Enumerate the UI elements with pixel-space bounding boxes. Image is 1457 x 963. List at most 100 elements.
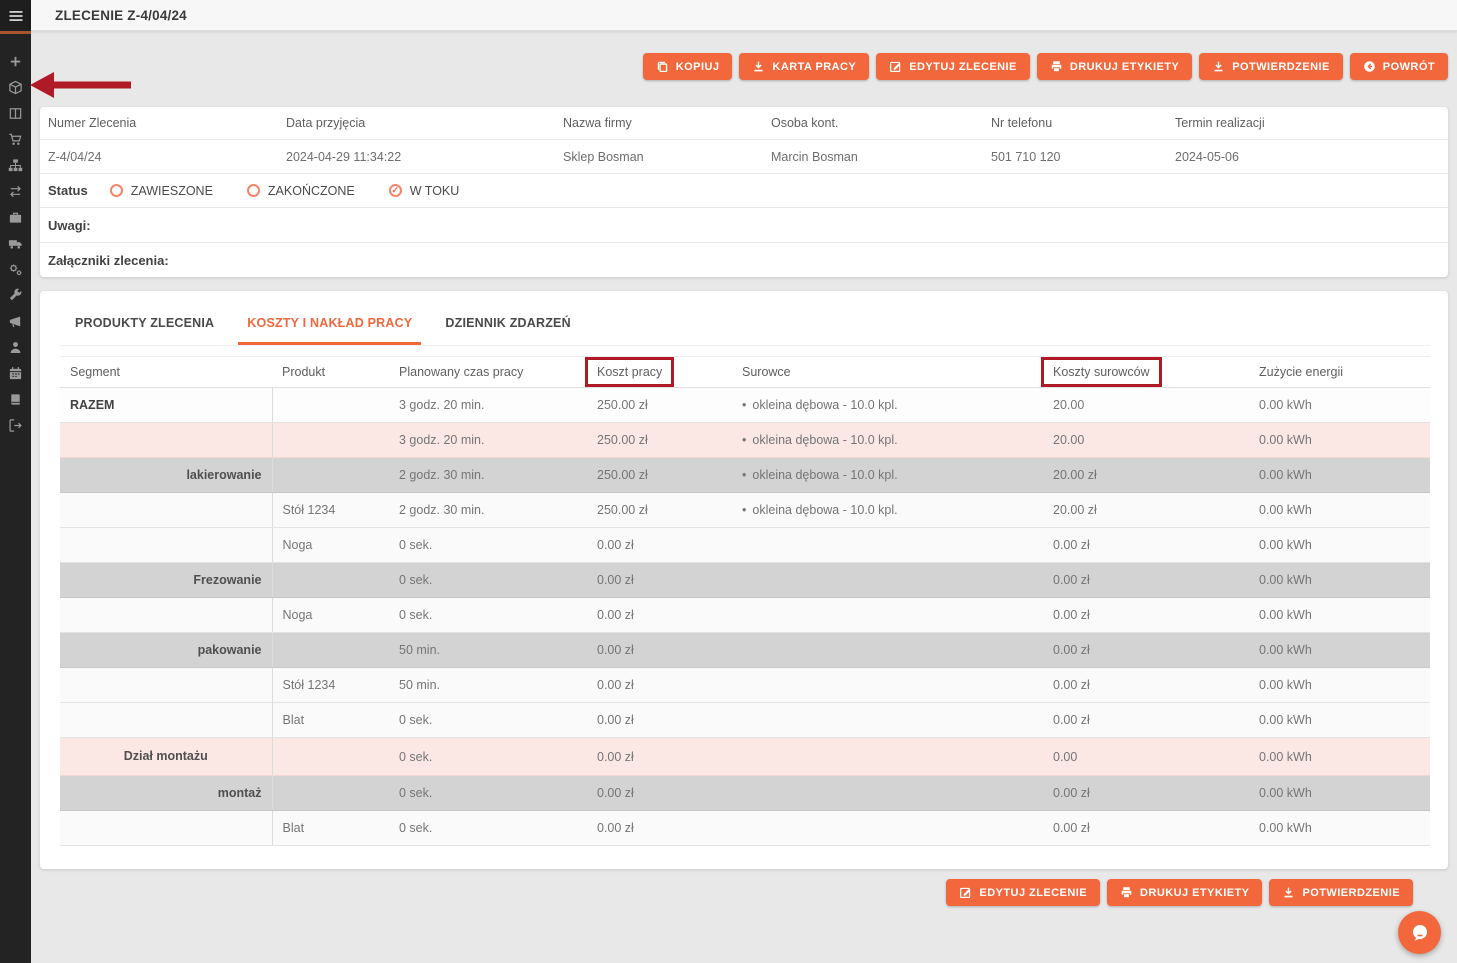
status-option-label: ZAWIESZONE <box>131 184 213 198</box>
table-row: Frezowanie0 sek.0.00 zł0.00 zł0.00 kWh <box>60 563 1430 598</box>
exchange-icon <box>8 184 23 199</box>
attachments-label: Załączniki zlecenia: <box>48 253 169 268</box>
koszt-pracy-cell: 250.00 zł <box>587 458 732 493</box>
koszty-surowcow-cell: 0.00 zł <box>1043 563 1249 598</box>
download-icon <box>752 60 765 73</box>
sidebar-item-calendar[interactable] <box>0 360 31 386</box>
download-icon <box>1282 886 1295 899</box>
produkt-cell <box>272 388 389 423</box>
status-option-0[interactable]: ✓ ZAWIESZONE <box>110 184 213 198</box>
page-title: ZLECENIE Z-4/04/24 <box>55 8 187 23</box>
segment-cell <box>60 493 272 528</box>
zuzycie-energii-cell: 0.00 kWh <box>1249 738 1430 776</box>
planowany-czas-cell: 50 min. <box>389 633 587 668</box>
koszty-surowcow-cell: 20.00 <box>1043 423 1249 458</box>
surowce-cell <box>732 598 1043 633</box>
edit-icon <box>889 60 902 73</box>
surowce-cell: •okleina dębowa - 10.0 kpl. <box>732 388 1043 423</box>
chat-icon <box>1409 922 1431 944</box>
zuzycie-energii-cell: 0.00 kWh <box>1249 703 1430 738</box>
cube-icon <box>8 80 23 95</box>
header-label: Koszt pracy <box>597 365 662 379</box>
sidebar-item-clients[interactable] <box>0 334 31 360</box>
button-label: DRUKUJ ETYKIETY <box>1140 887 1249 899</box>
chat-fab-button[interactable] <box>1398 911 1441 954</box>
segment-cell <box>60 703 272 738</box>
tab-produkty-zlecenia[interactable]: PRODUKTY ZLECENIA <box>66 303 223 345</box>
produkt-cell: Noga <box>272 528 389 563</box>
table-row: Noga0 sek.0.00 zł0.00 zł0.00 kWh <box>60 528 1430 563</box>
order-info-labels: Numer Zlecenia Data przyjęcia Nazwa firm… <box>40 107 1448 140</box>
button-label: KOPIUJ <box>676 61 720 73</box>
segment-label: RAZEM <box>70 398 114 412</box>
sidebar-item-orders[interactable] <box>0 126 31 152</box>
koszty-surowcow-cell: 0.00 <box>1043 738 1249 776</box>
status-option-1[interactable]: ✓ ZAKOŃCZONE <box>247 184 355 198</box>
company-name-value: Sklep Bosman <box>555 140 763 174</box>
koszt-pracy-cell: 0.00 zł <box>587 703 732 738</box>
zuzycie-energii-cell: 0.00 kWh <box>1249 633 1430 668</box>
work-card-button[interactable]: KARTA PRACY <box>739 53 869 80</box>
koszty-surowcow-cell: 20.00 <box>1043 388 1249 423</box>
notes-label: Uwagi: <box>48 218 91 233</box>
print-labels-button-bottom[interactable]: DRUKUJ ETYKIETY <box>1107 879 1262 906</box>
sidebar-item-settings[interactable] <box>0 256 31 282</box>
back-button[interactable]: POWRÓT <box>1350 53 1448 80</box>
sidebar-item-jobs[interactable] <box>0 204 31 230</box>
print-labels-button[interactable]: DRUKUJ ETYKIETY <box>1037 53 1192 80</box>
edit-order-button-bottom[interactable]: EDYTUJ ZLECENIE <box>946 879 1100 906</box>
zuzycie-energii-cell: 0.00 kWh <box>1249 811 1430 846</box>
radio-icon: ✓ <box>247 184 260 197</box>
phone-value: 501 710 120 <box>983 140 1167 174</box>
sidebar-item-products[interactable] <box>0 74 31 100</box>
title-bar: ZLECENIE Z-4/04/24 <box>31 0 1457 31</box>
table-row: pakowanie50 min.0.00 zł0.00 zł0.00 kWh <box>60 633 1430 668</box>
sidebar-item-logout[interactable] <box>0 412 31 438</box>
sidebar-item-add[interactable] <box>0 48 31 74</box>
koszt-pracy-cell: 250.00 zł <box>587 423 732 458</box>
koszt-pracy-cell: 0.00 zł <box>587 633 732 668</box>
sidebar-item-docs[interactable] <box>0 386 31 412</box>
hamburger-menu-button[interactable] <box>0 0 31 31</box>
tab-koszty-i-naklad-pracy[interactable]: KOSZTY I NAKŁAD PRACY <box>238 303 421 345</box>
main-content: KOPIUJ KARTA PRACY EDYTUJ ZLECENIE DRUKU… <box>31 31 1457 963</box>
back-icon <box>1363 60 1376 73</box>
koszty-surowcow-cell: 20.00 zł <box>1043 493 1249 528</box>
tab-dziennik-zdarzen[interactable]: DZIENNIK ZDARZEŃ <box>436 303 579 345</box>
tab-label: KOSZTY I NAKŁAD PRACY <box>247 316 412 330</box>
surowce-text: okleina dębowa - 10.0 kpl. <box>752 503 897 517</box>
status-option-label: ZAKOŃCZONE <box>268 184 355 198</box>
segment-cell: lakierowanie <box>60 458 272 493</box>
sidebar-item-delivery[interactable] <box>0 230 31 256</box>
segment-cell <box>60 668 272 703</box>
button-label: POTWIERDZENIE <box>1302 887 1400 899</box>
confirmation-button-bottom[interactable]: POTWIERDZENIE <box>1269 879 1413 906</box>
copy-icon <box>656 60 669 73</box>
sidebar-item-production-tree[interactable] <box>0 152 31 178</box>
edit-icon <box>959 886 972 899</box>
segment-cell: RAZEM <box>60 388 272 423</box>
button-label: POWRÓT <box>1383 61 1435 73</box>
planowany-czas-cell: 2 godz. 30 min. <box>389 458 587 493</box>
koszt-pracy-cell: 0.00 zł <box>587 528 732 563</box>
zuzycie-energii-cell: 0.00 kWh <box>1249 598 1430 633</box>
surowce-cell: •okleina dębowa - 10.0 kpl. <box>732 493 1043 528</box>
status-option-2[interactable]: ✓ W TOKU <box>389 184 460 198</box>
segment-label: lakierowanie <box>186 468 261 482</box>
sidebar-item-tools[interactable] <box>0 282 31 308</box>
segment-cell: Frezowanie <box>60 563 272 598</box>
header-koszt-pracy: Koszt pracy <box>587 357 732 388</box>
edit-order-button[interactable]: EDYTUJ ZLECENIE <box>876 53 1030 80</box>
sidebar-item-transfers[interactable] <box>0 178 31 204</box>
copy-button[interactable]: KOPIUJ <box>643 53 733 80</box>
columns-icon <box>8 106 23 121</box>
confirmation-button[interactable]: POTWIERDZENIE <box>1199 53 1343 80</box>
produkt-cell: Stół 1234 <box>272 668 389 703</box>
table-row: lakierowanie2 godz. 30 min.250.00 zł•okl… <box>60 458 1430 493</box>
sidebar-item-announcements[interactable] <box>0 308 31 334</box>
koszty-surowcow-cell: 0.00 zł <box>1043 633 1249 668</box>
status-title: Status <box>48 183 88 198</box>
sidebar-item-boards[interactable] <box>0 100 31 126</box>
accept-date-value: 2024-04-29 11:34:22 <box>278 140 555 174</box>
zuzycie-energii-cell: 0.00 kWh <box>1249 388 1430 423</box>
